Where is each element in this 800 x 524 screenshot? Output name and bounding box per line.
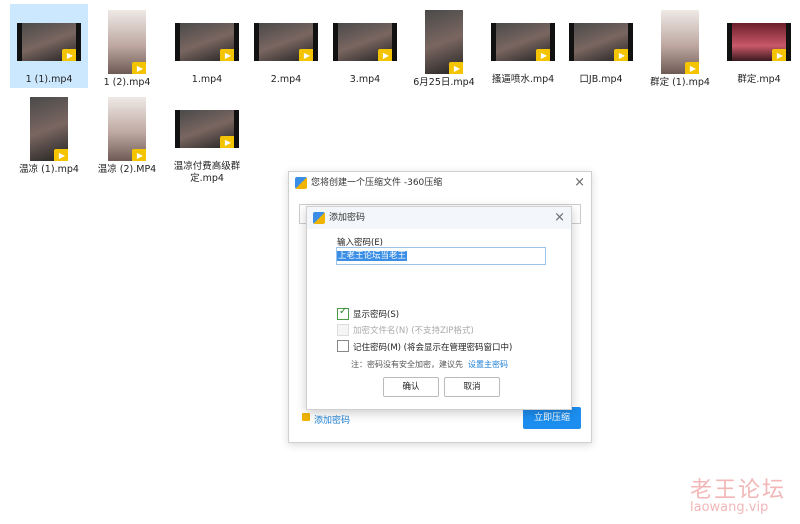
password-input[interactable]: 上老王论坛当老王 [336,247,546,265]
file-name: 温凉 (1).mp4 [19,164,79,175]
player-icon: ▶ [132,62,146,74]
compress-dialog-titlebar: 您将创建一个压缩文件 -360压缩 × [289,172,591,194]
file-name: 3.mp4 [349,74,381,85]
password-dialog-title: 添加密码 [329,213,366,223]
player-icon: ▶ [132,149,146,161]
file-name: 群定.mp4 [737,74,781,85]
encrypt-filenames-checkbox [337,324,349,336]
player-icon: ▶ [614,49,628,61]
file-item[interactable]: ▶ 2.mp4 [247,4,325,88]
password-dialog: 添加密码 × 输入密码(E) 上老王论坛当老王 ✓ 显示密码(S) 加密文件名(… [306,206,572,410]
player-icon: ▶ [536,49,550,61]
file-name: 口JB.mp4 [579,74,623,85]
player-icon: ▶ [299,49,313,61]
file-name: 6月25日.mp4 [413,77,475,88]
show-password-label[interactable]: 显示密码(S) [353,308,399,320]
video-thumbnail: ▶ [254,23,318,61]
file-item[interactable]: ▶ 1 (2).mp4 [88,4,166,91]
archive-icon [295,177,307,189]
cancel-button[interactable]: 取消 [444,377,500,397]
file-item[interactable]: ▶ 温凉付费高级群定.mp4 [168,91,246,187]
video-thumbnail: ▶ [569,23,633,61]
file-item[interactable]: ▶ 1.mp4 [168,4,246,88]
player-icon: ▶ [220,49,234,61]
video-thumbnail: ▶ [491,23,555,61]
watermark-url: laowang.vip [690,500,769,515]
checkmark-icon: ✓ [339,306,348,317]
video-thumbnail: ▶ [333,23,397,61]
close-icon[interactable]: × [574,172,585,194]
file-item[interactable]: ▶ 温凉 (1).mp4 [10,91,88,178]
player-icon: ▶ [685,62,699,74]
file-item[interactable]: ▶ 搔逼喷水.mp4 [484,4,562,88]
encrypt-filenames-label: 加密文件名(N) (不支持ZIP格式) [353,326,474,336]
file-name: 群定 (1).mp4 [650,77,710,88]
password-value: 上老王论坛当老王 [337,251,408,261]
player-icon: ▶ [54,149,68,161]
file-item[interactable]: ▶ 6月25日.mp4 [405,4,483,91]
file-item[interactable]: ▶ 群定.mp4 [720,4,798,88]
file-item[interactable]: ▶ 口JB.mp4 [562,4,640,88]
password-dialog-titlebar: 添加密码 × [307,207,571,229]
file-name: 1 (2).mp4 [103,77,151,88]
close-icon[interactable]: × [554,207,565,229]
video-thumbnail: ▶ [727,23,791,61]
file-name: 温凉付费高级群定.mp4 [173,161,241,184]
player-icon: ▶ [62,49,76,61]
confirm-button[interactable]: 确认 [383,377,439,397]
video-thumbnail: ▶ [175,23,239,61]
video-thumbnail: ▶ [175,110,239,148]
video-thumbnail: ▶ [17,23,81,61]
remember-password-label[interactable]: 记住密码(M) (将会显示在管理密码窗口中) [353,341,512,353]
video-thumbnail: ▶ [108,97,146,161]
add-password-link[interactable]: 添加密码 [314,413,350,426]
player-icon: ▶ [378,49,392,61]
compress-dialog-title: 您将创建一个压缩文件 -360压缩 [311,178,443,188]
remember-password-checkbox[interactable] [337,340,349,352]
note-text: 注：密码没有安全加密，建议先 [351,360,463,369]
lock-icon [302,413,310,421]
file-item[interactable]: ▶ 3.mp4 [326,4,404,88]
file-item[interactable]: ▶ 群定 (1).mp4 [641,4,719,91]
file-name: 1 (1).mp4 [25,74,73,85]
video-thumbnail: ▶ [661,10,699,74]
video-thumbnail: ▶ [425,10,463,74]
player-icon: ▶ [449,62,463,74]
file-name: 温凉 (2).MP4 [97,164,157,175]
file-item[interactable]: ▶ 温凉 (2).MP4 [88,91,166,178]
video-thumbnail: ▶ [30,97,68,161]
video-thumbnail: ▶ [108,10,146,74]
player-icon: ▶ [772,49,786,61]
file-name: 搔逼喷水.mp4 [491,74,555,85]
show-password-checkbox[interactable]: ✓ [337,306,349,320]
file-item[interactable]: ▶ 1 (1).mp4 [10,4,88,88]
archive-icon [313,212,325,224]
set-master-password-link[interactable]: 设置主密码 [468,359,508,370]
file-name: 1.mp4 [191,74,223,85]
file-name: 2.mp4 [270,74,302,85]
compress-now-button[interactable]: 立即压缩 [523,407,581,429]
player-icon: ▶ [220,136,234,148]
